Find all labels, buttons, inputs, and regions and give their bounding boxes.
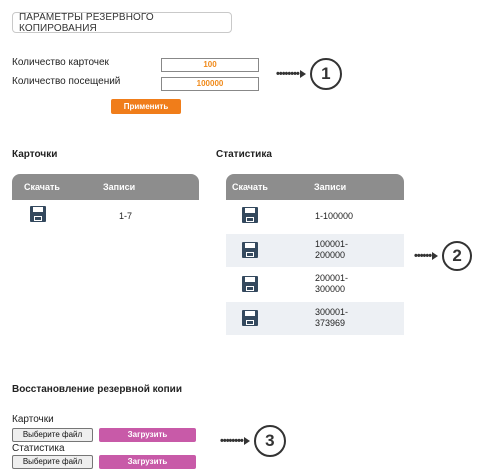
visits-count-label: Количество посещений xyxy=(12,76,121,87)
dotted-leader: •••••••• xyxy=(276,68,300,80)
dotted-leader: •••••••• xyxy=(220,435,244,447)
callout-marker-3: •••••••• 3 xyxy=(220,425,286,457)
floppy-disk-icon[interactable] xyxy=(242,207,258,223)
callout-badge-2: 2 xyxy=(442,241,473,271)
stats-records-value: 200000 xyxy=(315,250,346,260)
restore-stats-label: Статистика xyxy=(12,443,65,454)
cards-table-header: Скачать Записи xyxy=(12,174,199,200)
upload-cards-button[interactable]: Загрузить xyxy=(99,428,196,442)
cards-count-label: Количество карточек xyxy=(12,57,109,68)
cards-section-title: Карточки xyxy=(12,149,58,160)
backup-settings-tab[interactable]: ПАРАМЕТРЫ РЕЗЕРВНОГО КОПИРОВАНИЯ xyxy=(12,11,232,34)
callout-badge-3: 3 xyxy=(253,425,286,457)
floppy-disk-icon[interactable] xyxy=(242,242,258,258)
restore-cards-label: Карточки xyxy=(12,414,54,425)
table-row: 200001- 300000 xyxy=(226,268,404,301)
table-row: 1-100000 xyxy=(226,200,404,233)
table-row: 100001- 200000 xyxy=(226,234,404,267)
choose-stats-file-button[interactable]: Выберите файл xyxy=(12,455,93,469)
arrow-icon xyxy=(432,252,439,260)
floppy-disk-icon[interactable] xyxy=(30,206,46,222)
callout-marker-2: •••••• 2 xyxy=(414,241,473,271)
stats-section-title: Статистика xyxy=(216,149,272,160)
dotted-leader: •••••• xyxy=(414,250,432,262)
arrow-icon xyxy=(243,437,250,445)
stats-records-value: 300001- xyxy=(315,307,349,317)
choose-cards-file-button[interactable]: Выберите файл xyxy=(12,428,93,442)
stats-records-value: 200001- xyxy=(315,273,349,283)
floppy-disk-icon[interactable] xyxy=(242,310,258,326)
floppy-disk-icon[interactable] xyxy=(242,276,258,292)
stats-records-value: 100001- xyxy=(315,239,349,249)
table-row: 1-7 xyxy=(12,200,199,232)
stats-records-value: 373969 xyxy=(315,318,346,328)
stats-records-value: 300000 xyxy=(315,284,346,294)
cards-col-records: Записи xyxy=(103,182,136,192)
arrow-icon xyxy=(299,70,306,78)
table-row: 300001- 373969 xyxy=(226,302,404,335)
stats-records-value: 1-100000 xyxy=(315,211,354,221)
stats-col-records: Записи xyxy=(314,182,347,192)
stats-col-download: Скачать xyxy=(232,182,268,192)
apply-button[interactable]: Применить xyxy=(111,99,181,114)
backup-settings-tab-label: ПАРАМЕТРЫ РЕЗЕРВНОГО КОПИРОВАНИЯ xyxy=(19,11,154,34)
visits-count-input[interactable]: 100000 xyxy=(161,77,259,91)
cards-col-download: Скачать xyxy=(24,182,60,192)
stats-table-header: Скачать Записи xyxy=(226,174,404,200)
callout-badge-1: 1 xyxy=(309,58,342,90)
restore-section-title: Восстановление резервной копии xyxy=(12,384,182,395)
upload-stats-button[interactable]: Загрузить xyxy=(99,455,196,469)
callout-marker-1: •••••••• 1 xyxy=(276,58,342,90)
cards-records-value: 1-7 xyxy=(119,211,133,221)
cards-count-input[interactable]: 100 xyxy=(161,58,259,72)
